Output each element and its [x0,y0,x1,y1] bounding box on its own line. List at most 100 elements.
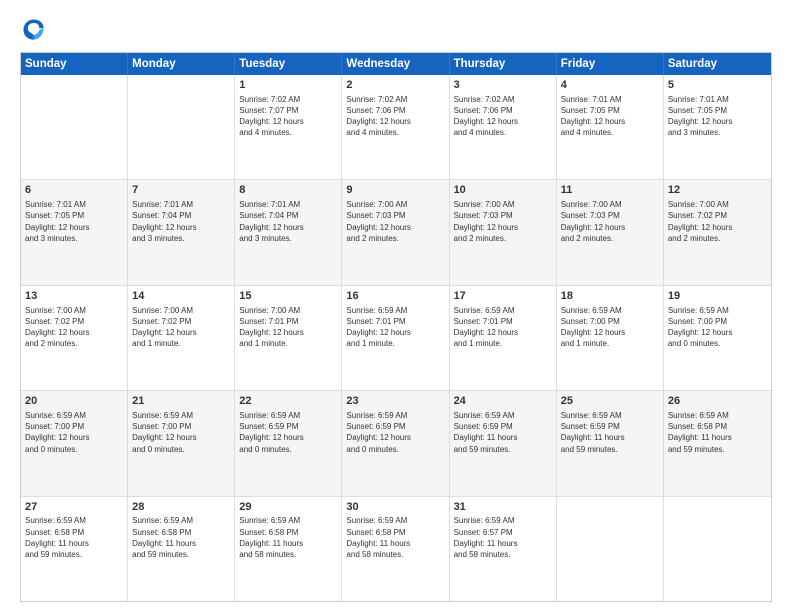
day-number: 22 [239,394,337,409]
calendar-row-1: 6Sunrise: 7:01 AM Sunset: 7:05 PM Daylig… [21,179,771,284]
calendar: SundayMondayTuesdayWednesdayThursdayFrid… [20,52,772,602]
weekday-header-monday: Monday [128,53,235,75]
cell-content: Sunrise: 7:01 AM Sunset: 7:04 PM Dayligh… [239,199,337,244]
cell-content: Sunrise: 6:59 AM Sunset: 6:58 PM Dayligh… [239,515,337,560]
cell-content: Sunrise: 6:59 AM Sunset: 6:58 PM Dayligh… [132,515,230,560]
calendar-cell: 11Sunrise: 7:00 AM Sunset: 7:03 PM Dayli… [557,180,664,284]
cell-content: Sunrise: 6:59 AM Sunset: 6:58 PM Dayligh… [25,515,123,560]
calendar-cell: 23Sunrise: 6:59 AM Sunset: 6:59 PM Dayli… [342,391,449,495]
day-number: 26 [668,394,767,409]
day-number: 9 [346,183,444,198]
calendar-cell: 21Sunrise: 6:59 AM Sunset: 7:00 PM Dayli… [128,391,235,495]
calendar-cell: 22Sunrise: 6:59 AM Sunset: 6:59 PM Dayli… [235,391,342,495]
weekday-header-wednesday: Wednesday [342,53,449,75]
day-number: 1 [239,78,337,93]
day-number: 6 [25,183,123,198]
calendar-cell: 27Sunrise: 6:59 AM Sunset: 6:58 PM Dayli… [21,497,128,601]
cell-content: Sunrise: 6:59 AM Sunset: 7:00 PM Dayligh… [25,410,123,455]
cell-content: Sunrise: 7:01 AM Sunset: 7:05 PM Dayligh… [668,94,767,139]
cell-content: Sunrise: 7:00 AM Sunset: 7:03 PM Dayligh… [454,199,552,244]
weekday-header-sunday: Sunday [21,53,128,75]
cell-content: Sunrise: 6:59 AM Sunset: 6:59 PM Dayligh… [239,410,337,455]
calendar-cell: 2Sunrise: 7:02 AM Sunset: 7:06 PM Daylig… [342,75,449,179]
day-number: 13 [25,289,123,304]
day-number: 4 [561,78,659,93]
calendar-cell: 8Sunrise: 7:01 AM Sunset: 7:04 PM Daylig… [235,180,342,284]
calendar-cell: 10Sunrise: 7:00 AM Sunset: 7:03 PM Dayli… [450,180,557,284]
day-number: 12 [668,183,767,198]
calendar-cell: 15Sunrise: 7:00 AM Sunset: 7:01 PM Dayli… [235,286,342,390]
calendar-cell: 28Sunrise: 6:59 AM Sunset: 6:58 PM Dayli… [128,497,235,601]
calendar-cell: 16Sunrise: 6:59 AM Sunset: 7:01 PM Dayli… [342,286,449,390]
calendar-cell [21,75,128,179]
calendar-cell: 3Sunrise: 7:02 AM Sunset: 7:06 PM Daylig… [450,75,557,179]
cell-content: Sunrise: 7:02 AM Sunset: 7:07 PM Dayligh… [239,94,337,139]
weekday-header-thursday: Thursday [450,53,557,75]
calendar-cell: 25Sunrise: 6:59 AM Sunset: 6:59 PM Dayli… [557,391,664,495]
day-number: 23 [346,394,444,409]
weekday-header-saturday: Saturday [664,53,771,75]
calendar-cell: 19Sunrise: 6:59 AM Sunset: 7:00 PM Dayli… [664,286,771,390]
day-number: 27 [25,500,123,515]
day-number: 15 [239,289,337,304]
calendar-row-4: 27Sunrise: 6:59 AM Sunset: 6:58 PM Dayli… [21,496,771,601]
calendar-cell: 20Sunrise: 6:59 AM Sunset: 7:00 PM Dayli… [21,391,128,495]
day-number: 3 [454,78,552,93]
day-number: 30 [346,500,444,515]
cell-content: Sunrise: 6:59 AM Sunset: 7:00 PM Dayligh… [668,305,767,350]
cell-content: Sunrise: 7:02 AM Sunset: 7:06 PM Dayligh… [346,94,444,139]
day-number: 7 [132,183,230,198]
calendar-cell: 29Sunrise: 6:59 AM Sunset: 6:58 PM Dayli… [235,497,342,601]
cell-content: Sunrise: 6:59 AM Sunset: 6:59 PM Dayligh… [346,410,444,455]
day-number: 16 [346,289,444,304]
cell-content: Sunrise: 7:01 AM Sunset: 7:05 PM Dayligh… [25,199,123,244]
day-number: 8 [239,183,337,198]
day-number: 25 [561,394,659,409]
cell-content: Sunrise: 6:59 AM Sunset: 7:01 PM Dayligh… [454,305,552,350]
cell-content: Sunrise: 6:59 AM Sunset: 7:00 PM Dayligh… [561,305,659,350]
calendar-cell: 30Sunrise: 6:59 AM Sunset: 6:58 PM Dayli… [342,497,449,601]
day-number: 28 [132,500,230,515]
calendar-header: SundayMondayTuesdayWednesdayThursdayFrid… [21,53,771,75]
day-number: 14 [132,289,230,304]
day-number: 24 [454,394,552,409]
cell-content: Sunrise: 6:59 AM Sunset: 6:59 PM Dayligh… [454,410,552,455]
cell-content: Sunrise: 7:00 AM Sunset: 7:01 PM Dayligh… [239,305,337,350]
page: SundayMondayTuesdayWednesdayThursdayFrid… [0,0,792,612]
day-number: 31 [454,500,552,515]
calendar-row-2: 13Sunrise: 7:00 AM Sunset: 7:02 PM Dayli… [21,285,771,390]
day-number: 11 [561,183,659,198]
calendar-cell [128,75,235,179]
cell-content: Sunrise: 6:59 AM Sunset: 6:58 PM Dayligh… [668,410,767,455]
logo-icon [20,16,48,44]
header [20,16,772,44]
calendar-cell: 6Sunrise: 7:01 AM Sunset: 7:05 PM Daylig… [21,180,128,284]
calendar-cell [557,497,664,601]
cell-content: Sunrise: 7:00 AM Sunset: 7:03 PM Dayligh… [561,199,659,244]
calendar-cell: 1Sunrise: 7:02 AM Sunset: 7:07 PM Daylig… [235,75,342,179]
calendar-cell: 5Sunrise: 7:01 AM Sunset: 7:05 PM Daylig… [664,75,771,179]
calendar-cell: 31Sunrise: 6:59 AM Sunset: 6:57 PM Dayli… [450,497,557,601]
day-number: 2 [346,78,444,93]
calendar-cell: 12Sunrise: 7:00 AM Sunset: 7:02 PM Dayli… [664,180,771,284]
calendar-cell: 4Sunrise: 7:01 AM Sunset: 7:05 PM Daylig… [557,75,664,179]
cell-content: Sunrise: 7:00 AM Sunset: 7:02 PM Dayligh… [25,305,123,350]
day-number: 17 [454,289,552,304]
day-number: 29 [239,500,337,515]
day-number: 10 [454,183,552,198]
cell-content: Sunrise: 6:59 AM Sunset: 7:00 PM Dayligh… [132,410,230,455]
calendar-cell: 14Sunrise: 7:00 AM Sunset: 7:02 PM Dayli… [128,286,235,390]
calendar-row-0: 1Sunrise: 7:02 AM Sunset: 7:07 PM Daylig… [21,75,771,179]
cell-content: Sunrise: 7:01 AM Sunset: 7:04 PM Dayligh… [132,199,230,244]
calendar-cell: 26Sunrise: 6:59 AM Sunset: 6:58 PM Dayli… [664,391,771,495]
logo [20,16,52,44]
cell-content: Sunrise: 6:59 AM Sunset: 6:58 PM Dayligh… [346,515,444,560]
cell-content: Sunrise: 7:00 AM Sunset: 7:03 PM Dayligh… [346,199,444,244]
cell-content: Sunrise: 6:59 AM Sunset: 6:57 PM Dayligh… [454,515,552,560]
weekday-header-tuesday: Tuesday [235,53,342,75]
calendar-body: 1Sunrise: 7:02 AM Sunset: 7:07 PM Daylig… [21,75,771,601]
calendar-cell: 17Sunrise: 6:59 AM Sunset: 7:01 PM Dayli… [450,286,557,390]
cell-content: Sunrise: 7:00 AM Sunset: 7:02 PM Dayligh… [668,199,767,244]
day-number: 21 [132,394,230,409]
day-number: 5 [668,78,767,93]
